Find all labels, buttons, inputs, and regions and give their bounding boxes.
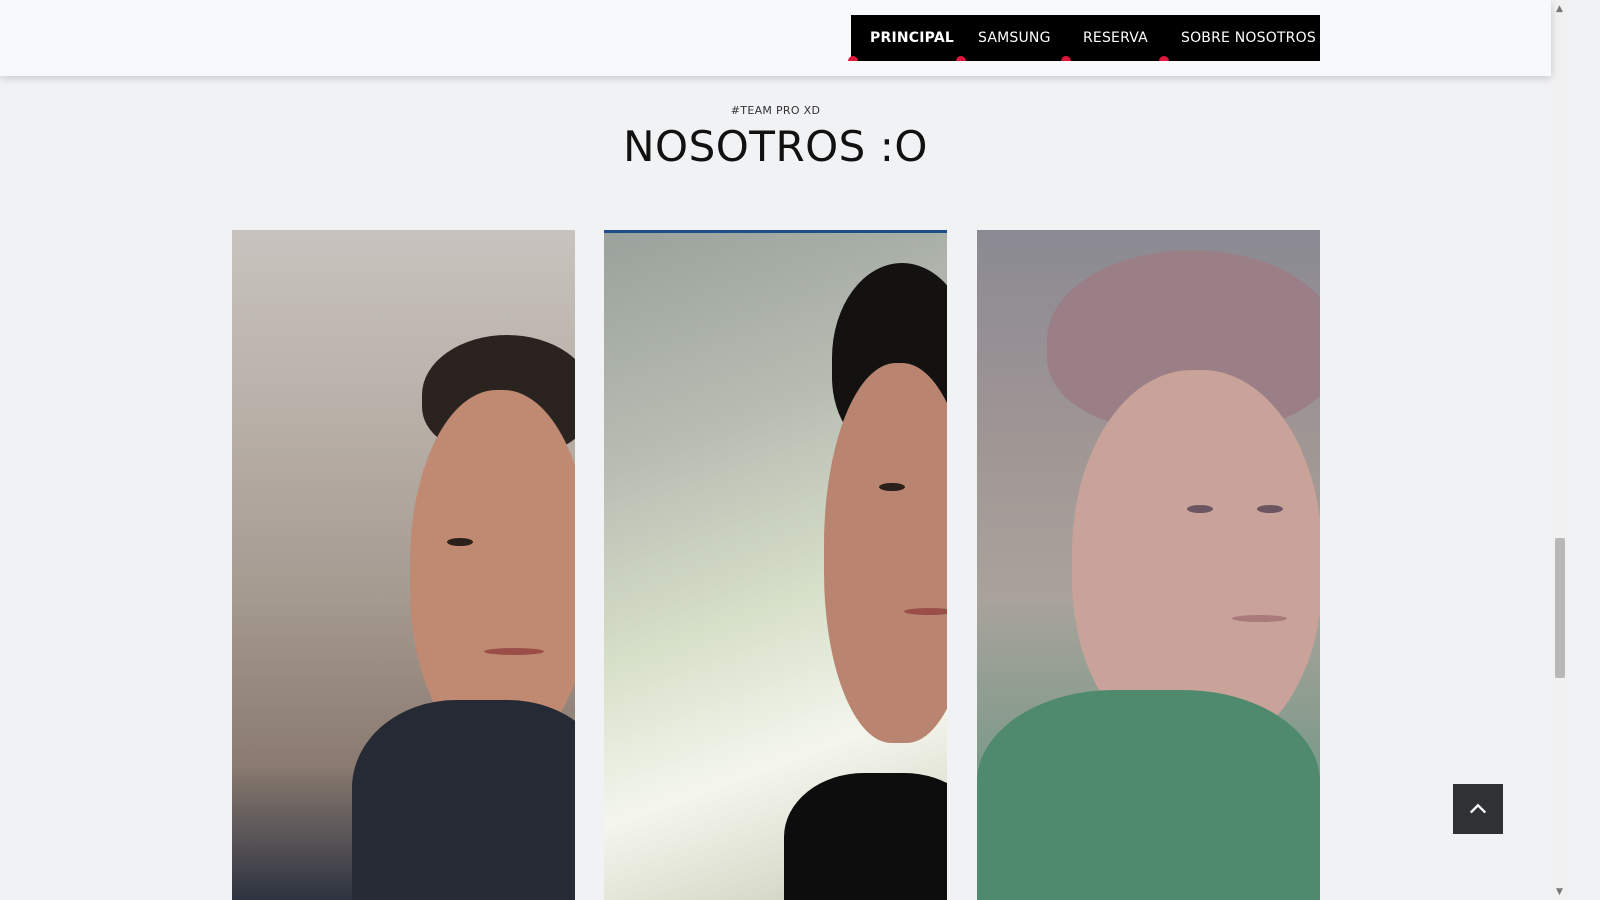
shirt — [977, 690, 1320, 900]
nav-item-reserva[interactable]: RESERVA — [1061, 15, 1162, 61]
eye — [1257, 505, 1283, 513]
triangle-up-icon[interactable]: ▲ — [1551, 0, 1568, 17]
mouth — [904, 608, 947, 615]
back-to-top-button[interactable] — [1453, 784, 1503, 834]
page-edge — [1568, 0, 1600, 900]
nav-accent-dot — [848, 56, 858, 61]
nav-item-principal[interactable]: PRINCIPAL — [848, 15, 959, 61]
mouth — [484, 648, 544, 655]
triangle-down-icon[interactable]: ▼ — [1551, 883, 1568, 900]
face — [824, 363, 947, 743]
team-member-photo — [232, 230, 575, 900]
team-member-photo — [977, 230, 1320, 900]
eye — [879, 483, 905, 491]
nav-accent-dot — [1159, 56, 1169, 61]
nav-item-samsung[interactable]: SAMSUNG — [956, 15, 1064, 61]
shirt — [352, 700, 575, 900]
chevron-up-icon — [1469, 803, 1487, 814]
nav-item-label: RESERVA — [1083, 30, 1148, 46]
page-scrollbar[interactable]: ▲ ▼ — [1551, 0, 1568, 900]
shirt — [784, 773, 947, 900]
nav-item-label: SOBRE NOSOTROS — [1181, 30, 1316, 46]
nav-item-sobre-nosotros[interactable]: SOBRE NOSOTROS — [1159, 15, 1320, 61]
site-header: PRINCIPAL SAMSUNG RESERVA SOBRE NOSOTROS — [0, 0, 1551, 76]
nav-accent-dot — [956, 56, 966, 61]
eye — [1187, 505, 1213, 513]
team-member-photo — [604, 230, 947, 900]
main-nav: PRINCIPAL SAMSUNG RESERVA SOBRE NOSOTROS — [848, 15, 1320, 61]
scrollbar-thumb[interactable] — [1555, 538, 1565, 678]
nav-item-label: SAMSUNG — [978, 30, 1051, 46]
face — [410, 390, 575, 750]
section-eyebrow: #TEAM PRO XD — [730, 104, 821, 117]
section-title: NOSOTROS :O — [623, 122, 928, 171]
nav-item-label: PRINCIPAL — [870, 30, 954, 46]
nav-accent-dot — [1061, 56, 1071, 61]
mouth — [1232, 615, 1287, 622]
eye — [447, 538, 473, 546]
